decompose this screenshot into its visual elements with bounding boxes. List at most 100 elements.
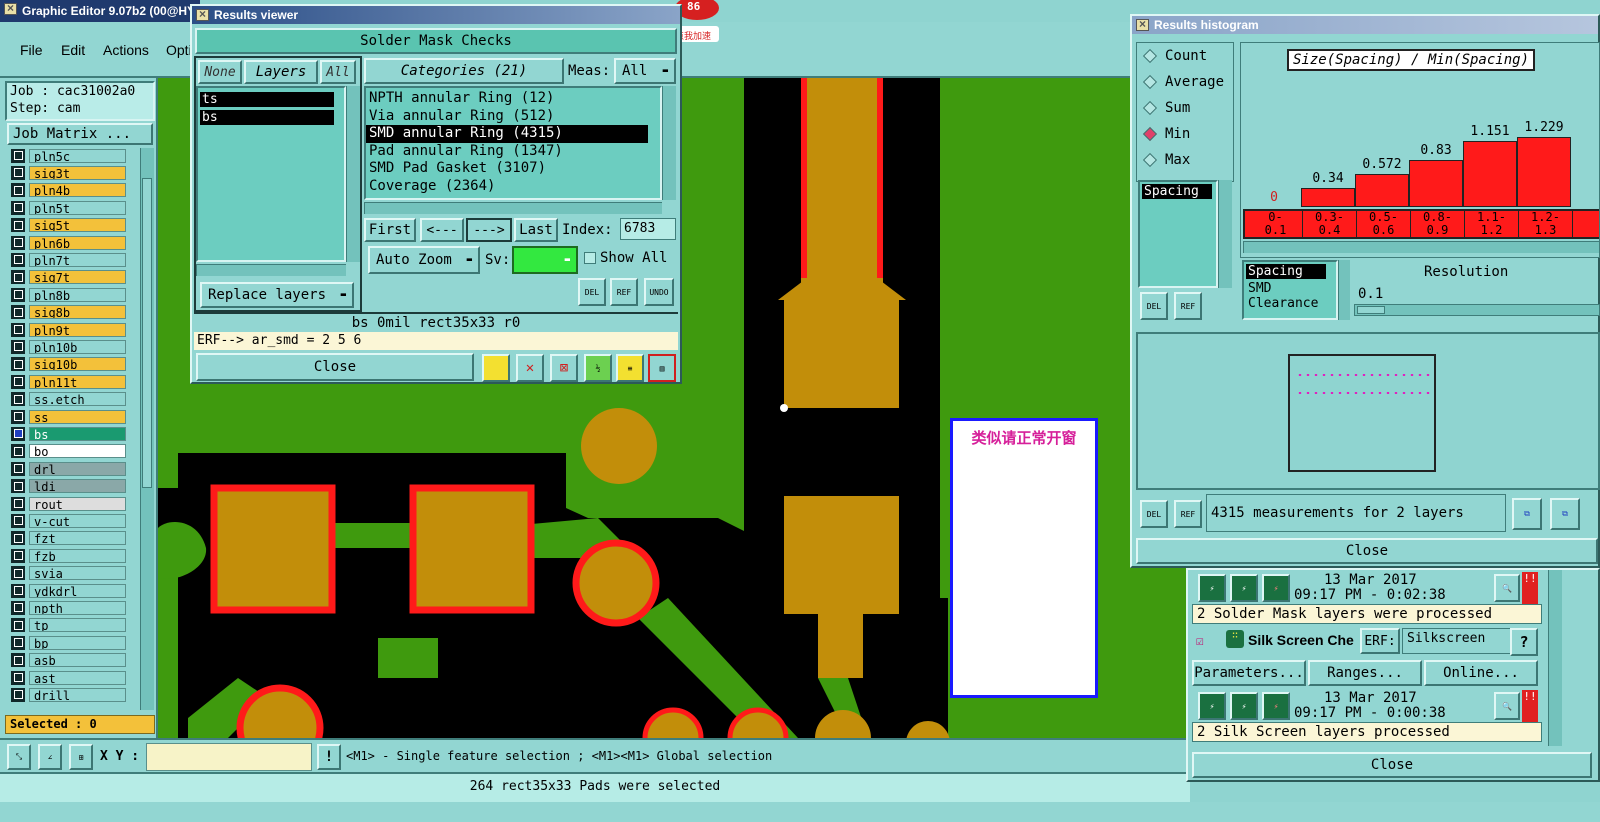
layer-checkbox[interactable] <box>11 670 25 685</box>
layer-checkbox[interactable] <box>11 618 25 633</box>
measure-icon[interactable]: ∠ <box>38 744 62 770</box>
layer-row[interactable]: ss.etch <box>11 392 126 407</box>
layer-checkbox[interactable] <box>11 270 25 285</box>
layer-row[interactable]: svia <box>11 566 126 581</box>
histogram-bar[interactable] <box>1301 188 1355 207</box>
summary-del-button[interactable]: DEL <box>1140 500 1168 528</box>
layers-button[interactable]: Layers <box>244 60 318 84</box>
menu-options[interactable]: Opti <box>166 42 192 58</box>
layer-checkbox[interactable] <box>11 566 25 581</box>
layer-row[interactable]: sig7t <box>11 270 126 285</box>
histogram-icon[interactable]: ▥ <box>648 354 676 382</box>
run-all-icon[interactable]: ⚡ <box>1230 574 1258 602</box>
layer-checkbox[interactable] <box>11 444 25 459</box>
checklist-close-button[interactable]: Close <box>1192 752 1592 778</box>
histogram-close-button[interactable]: Close <box>1136 538 1598 564</box>
layer-row[interactable]: fzb <box>11 548 126 563</box>
layer-row[interactable]: rout <box>11 496 126 511</box>
zoom-icon-1[interactable]: 🔍 <box>1494 574 1520 602</box>
meas-select[interactable]: All ▬ <box>614 58 676 84</box>
layer-checkbox[interactable] <box>11 426 25 441</box>
layer-bs[interactable]: bs <box>200 110 334 125</box>
silk-check-toggle[interactable]: ☑ <box>1196 634 1210 649</box>
category-item[interactable]: Coverage (2364) <box>366 178 660 196</box>
layer-row[interactable]: drl <box>11 461 126 476</box>
layer-checkbox[interactable] <box>11 583 25 598</box>
layer-row[interactable]: pln8b <box>11 287 126 302</box>
layers-listbox[interactable]: ts bs <box>196 86 346 262</box>
online-button[interactable]: Online... <box>1424 660 1538 686</box>
mode-min[interactable]: Min <box>1137 121 1233 147</box>
layer-row[interactable]: bs <box>11 426 126 441</box>
category-item[interactable]: SMD Pad Gasket (3107) <box>366 160 660 178</box>
last-button[interactable]: Last <box>514 218 558 242</box>
layer-row[interactable]: ldi <box>11 479 126 494</box>
layer-row[interactable]: pln10b <box>11 339 126 354</box>
layer-row[interactable]: bo <box>11 444 126 459</box>
layers-vscroll[interactable] <box>346 86 360 262</box>
layer-checkbox[interactable] <box>11 200 25 215</box>
layer-row[interactable]: pln5t <box>11 200 126 215</box>
layer-checkbox[interactable] <box>11 392 25 407</box>
layer-checkbox[interactable] <box>11 531 25 546</box>
hist-ref-button[interactable]: REF <box>1174 292 1202 320</box>
erf-label-button[interactable]: ERF: <box>1360 628 1400 654</box>
zoom-icon-2[interactable]: 🔍 <box>1494 692 1520 720</box>
menu-edit[interactable]: Edit <box>61 42 85 58</box>
resolution-vscroll[interactable] <box>1338 260 1350 320</box>
layer-row[interactable]: pln7t <box>11 252 126 267</box>
layer-checkbox[interactable] <box>11 600 25 615</box>
main-titlebar[interactable]: Graphic Editor 9.07b2 (00@HY <box>0 0 200 22</box>
layer-row[interactable]: ydkdrl <box>11 583 126 598</box>
parameters-button[interactable]: Parameters... <box>1192 660 1306 686</box>
mode-average[interactable]: Average <box>1137 69 1233 95</box>
mode-count[interactable]: Count <box>1137 43 1233 69</box>
xy-input[interactable] <box>146 743 312 771</box>
alert-icon[interactable]: ! <box>317 744 341 770</box>
layer-row[interactable]: ss <box>11 409 126 424</box>
mode-sum[interactable]: Sum <box>1137 95 1233 121</box>
layer-checkbox[interactable] <box>11 305 25 320</box>
results-viewer-titlebar[interactable]: Results viewer <box>192 6 680 24</box>
layer-row[interactable]: sig10b <box>11 357 126 372</box>
layer-checkbox[interactable] <box>11 479 25 494</box>
layer-checkbox[interactable] <box>11 653 25 668</box>
hist-del-button[interactable]: DEL <box>1140 292 1168 320</box>
layer-row[interactable]: ast <box>11 670 126 685</box>
delete-icon[interactable]: ✕ <box>516 354 544 382</box>
none-button[interactable]: None <box>198 60 242 84</box>
mode-max[interactable]: Max <box>1137 147 1233 173</box>
categories-button[interactable]: Categories (21) <box>364 58 564 84</box>
histogram-bar[interactable] <box>1463 141 1517 207</box>
histogram-titlebar[interactable]: Results histogram <box>1132 16 1598 34</box>
summary-ref-button[interactable]: REF <box>1174 500 1202 528</box>
show-all-checkbox[interactable] <box>584 252 596 264</box>
layer-checkbox[interactable] <box>11 409 25 424</box>
layer-checkbox[interactable] <box>11 148 25 163</box>
grid-icon[interactable]: ⊞ <box>69 744 93 770</box>
layer-row[interactable]: fzt <box>11 531 126 546</box>
layer-checkbox[interactable] <box>11 513 25 528</box>
stop-icon[interactable]: ⚡ <box>1262 574 1290 602</box>
next-button[interactable]: ---> <box>466 218 512 242</box>
snap-icon[interactable]: ⤡ <box>7 744 31 770</box>
categories-hscroll[interactable] <box>364 202 662 214</box>
layer-checkbox[interactable] <box>11 496 25 511</box>
layer-checkbox[interactable] <box>11 357 25 372</box>
ref-button[interactable]: REF <box>610 278 638 306</box>
stop-icon-2[interactable]: ⚡ <box>1262 692 1290 720</box>
category-item[interactable]: Pad annular Ring (1347) <box>366 143 660 161</box>
layer-row[interactable]: sig5t <box>11 218 126 233</box>
all-layers-button[interactable]: All <box>320 60 356 84</box>
layer-row[interactable]: sig3t <box>11 165 126 180</box>
export-icon[interactable]: ⧉ <box>1512 498 1542 530</box>
compare-icon[interactable]: ½ <box>584 354 612 382</box>
run-icon-2[interactable]: ⚡ <box>1198 692 1226 720</box>
layers-hscroll[interactable] <box>196 264 346 276</box>
layer-checkbox[interactable] <box>11 374 25 389</box>
layer-checkbox[interactable] <box>11 461 25 476</box>
rv-close-button[interactable]: Close <box>196 353 474 381</box>
job-matrix-button[interactable]: Job Matrix ... <box>7 123 153 145</box>
layer-checkbox[interactable] <box>11 165 25 180</box>
layer-row[interactable]: drill <box>11 687 126 702</box>
